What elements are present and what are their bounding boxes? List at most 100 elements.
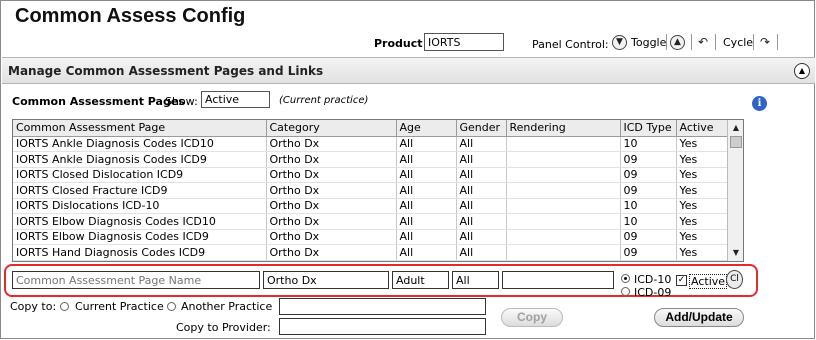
table-cell: All xyxy=(456,182,507,199)
table-row[interactable]: IORTS Closed Dislocation ICD9 Ortho Dx All… xyxy=(13,167,728,183)
table-cell: Ortho Dx xyxy=(266,213,397,230)
table-cell: All xyxy=(396,167,457,183)
another-practice-radio[interactable] xyxy=(167,302,176,311)
table-cell: All xyxy=(456,151,507,168)
table-cell: All xyxy=(396,244,457,261)
table-cell: IORTS Hand Diagnosis Codes ICD9 xyxy=(13,244,267,261)
table-cell: Ortho Dx xyxy=(266,244,397,261)
table-cell: IORTS Ankle Diagnosis Codes ICD10 xyxy=(13,136,267,152)
icd10-radio[interactable] xyxy=(621,274,630,283)
table-cell: All xyxy=(396,229,457,245)
category-input[interactable] xyxy=(263,271,389,289)
chevron-up-icon[interactable]: ▲ xyxy=(670,35,685,50)
table-row[interactable]: IORTS Ankle Diagnosis Codes ICD10 Ortho D… xyxy=(13,136,728,152)
column-header[interactable]: Active xyxy=(676,120,728,137)
table-cell: 10 xyxy=(620,213,677,230)
table-cell: Yes xyxy=(676,136,728,152)
show-filter-input[interactable] xyxy=(201,91,270,108)
scroll-down-icon[interactable]: ▼ xyxy=(729,246,743,260)
table-row[interactable]: IORTS Hand Diagnosis Codes ICD9 Ortho Dx A… xyxy=(13,244,728,261)
cycle-button[interactable]: Cycle xyxy=(723,36,753,49)
table-cell: 09 xyxy=(620,167,677,183)
redo-icon[interactable]: ↷ xyxy=(760,35,770,49)
current-practice-radio[interactable] xyxy=(60,302,69,311)
window-frame: Common Assess Config Product Panel Contr… xyxy=(0,0,815,339)
table-cell: 10 xyxy=(620,198,677,214)
table-cell: Yes xyxy=(676,244,728,261)
table-scrollbar[interactable]: ▲ ▼ xyxy=(727,120,743,261)
icd9-radio[interactable] xyxy=(621,287,630,296)
table-cell xyxy=(506,213,621,230)
add-update-button[interactable]: Add/Update xyxy=(654,308,744,327)
section-title: Manage Common Assessment Pages and Links xyxy=(8,64,324,78)
table-cell: IORTS Closed Dislocation ICD9 xyxy=(13,167,267,183)
copy-to-provider-input[interactable] xyxy=(279,318,486,335)
table-row[interactable]: IORTS Dislocations ICD-10 Ortho Dx All All 1… xyxy=(13,198,728,214)
info-icon[interactable]: i xyxy=(752,96,767,111)
column-header[interactable]: Age xyxy=(396,120,457,137)
column-header[interactable]: Rendering xyxy=(506,120,621,137)
app-title: Common Assess Config xyxy=(15,5,246,27)
table-cell: Yes xyxy=(676,213,728,230)
pages-label: Common Assessment Pages xyxy=(12,95,185,108)
separator xyxy=(777,34,778,50)
column-header[interactable]: Category xyxy=(266,120,397,137)
table-cell: 09 xyxy=(620,182,677,199)
table-cell xyxy=(506,229,621,245)
page-name-input[interactable] xyxy=(12,271,260,289)
table-row[interactable]: IORTS Ankle Diagnosis Codes ICD9 Ortho Dx… xyxy=(13,151,728,168)
product-input[interactable] xyxy=(424,33,504,51)
table-cell: Yes xyxy=(676,198,728,214)
table-cell xyxy=(506,136,621,152)
table-cell: All xyxy=(456,167,507,183)
age-select[interactable] xyxy=(392,271,449,289)
toggle-button[interactable]: Toggle xyxy=(631,36,666,49)
icd10-label: ICD-10 xyxy=(634,273,672,286)
table-cell: Yes xyxy=(676,229,728,245)
another-practice-input[interactable] xyxy=(279,298,486,315)
section-header: Manage Common Assessment Pages and Links… xyxy=(2,57,815,84)
rendering-input[interactable] xyxy=(502,271,614,289)
scroll-thumb[interactable] xyxy=(730,136,742,148)
copy-to-provider-label: Copy to Provider: xyxy=(176,321,271,334)
separator xyxy=(715,34,716,50)
pages-table: Common Assessment Page Category Age Gend… xyxy=(12,119,744,262)
active-checkbox[interactable]: ✓ xyxy=(676,275,687,286)
column-header[interactable]: Common Assessment Page xyxy=(13,120,267,137)
table-cell: 09 xyxy=(620,151,677,168)
show-label: Show: xyxy=(165,95,198,108)
column-header[interactable]: ICD Type xyxy=(620,120,677,137)
collapse-icon[interactable]: ▲ xyxy=(794,63,810,79)
table-cell: 10 xyxy=(620,136,677,152)
table-cell: Ortho Dx xyxy=(266,229,397,245)
table-cell: All xyxy=(396,198,457,214)
table-row[interactable]: IORTS Closed Fracture ICD9 Ortho Dx All All… xyxy=(13,182,728,199)
table-cell: IORTS Elbow Diagnosis Codes ICD10 xyxy=(13,213,267,230)
table-row[interactable]: IORTS Elbow Diagnosis Codes ICD9 Ortho Dx… xyxy=(13,229,728,245)
table-cell: All xyxy=(456,213,507,230)
clear-button[interactable]: Cl xyxy=(726,270,743,289)
undo-icon[interactable]: ↶ xyxy=(698,35,708,49)
table-cell: Ortho Dx xyxy=(266,136,397,152)
table-cell: IORTS Closed Fracture ICD9 xyxy=(13,182,267,199)
table-cell xyxy=(506,167,621,183)
table-row[interactable]: IORTS Elbow Diagnosis Codes ICD10 Ortho D… xyxy=(13,213,728,230)
table-cell: IORTS Elbow Diagnosis Codes ICD9 xyxy=(13,229,267,245)
table-cell xyxy=(506,244,621,261)
table-cell: All xyxy=(396,213,457,230)
table-header-row: Common Assessment Page Category Age Gend… xyxy=(13,120,728,137)
table-cell: Ortho Dx xyxy=(266,198,397,214)
chevron-down-icon[interactable]: ▼ xyxy=(612,35,627,50)
copy-to-label: Copy to: xyxy=(10,300,57,313)
scroll-up-icon[interactable]: ▲ xyxy=(729,121,743,135)
table-cell: Ortho Dx xyxy=(266,151,397,168)
copy-button[interactable]: Copy xyxy=(501,308,563,327)
column-header[interactable]: Gender xyxy=(456,120,507,137)
table-cell: 09 xyxy=(620,244,677,261)
table-cell: All xyxy=(396,151,457,168)
icd9-label: ICD-09 xyxy=(634,286,672,297)
gender-select[interactable] xyxy=(452,271,499,289)
table-cell: Ortho Dx xyxy=(266,182,397,199)
current-practice-label: Current Practice xyxy=(75,300,164,313)
current-practice-note: (Current practice) xyxy=(279,95,369,106)
